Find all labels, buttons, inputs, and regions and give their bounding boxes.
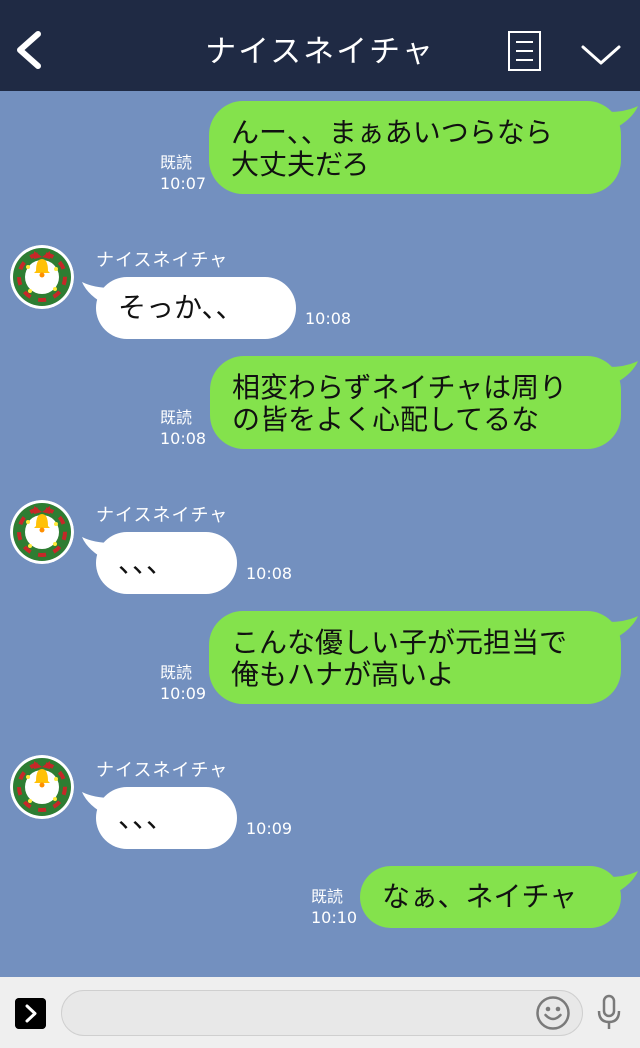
message-line: の皆をよく心配してるな [232, 403, 540, 436]
sender-name: ナイスネイチャ [96, 505, 229, 526]
message-bubble[interactable]: 相変わらずネイチャは周り の皆をよく心配してるな [210, 356, 621, 449]
chat-title: ナイスネイチャ [205, 34, 435, 70]
expand-arrow-icon[interactable] [15, 998, 46, 1029]
message-time: 10:08 [246, 564, 293, 583]
wreath-bell-avatar[interactable] [10, 755, 74, 819]
read-receipt: 既読 [160, 663, 193, 682]
smiley-icon[interactable] [535, 995, 571, 1031]
read-receipt: 既読 [160, 408, 193, 427]
chat-header: ナイスネイチャ [0, 0, 640, 91]
message-input[interactable] [61, 990, 583, 1036]
message-bubble[interactable]: 、、、 [96, 787, 237, 849]
message-line: なぁ、ネイチャ [382, 880, 578, 913]
message-bubble[interactable]: こんな優しい子が元担当で 俺もハナが高いよ [209, 611, 621, 704]
read-receipt: 既読 [160, 153, 193, 172]
wreath-bell-avatar[interactable] [10, 500, 74, 564]
message-time: 10:10 [311, 908, 358, 927]
message-time: 10:08 [305, 309, 352, 328]
microphone-icon[interactable] [595, 994, 623, 1032]
read-receipt: 既読 [311, 887, 344, 906]
message-bubble[interactable]: 、、、 [96, 532, 237, 594]
wreath-bell-avatar[interactable] [10, 245, 74, 309]
message-line: こんな優しい子が元担当で [231, 626, 568, 659]
message-line: 相変わらずネイチャは周り [232, 371, 568, 404]
sender-name: ナイスネイチャ [96, 250, 229, 271]
message-time: 10:07 [160, 174, 207, 193]
chevron-down-icon[interactable] [579, 39, 623, 69]
sender-name: ナイスネイチャ [96, 760, 229, 781]
message-time: 10:08 [160, 429, 207, 448]
message-bubble[interactable]: んー、、まぁあいつらなら 大丈夫だろ [209, 101, 621, 194]
message-line: 大丈夫だろ [231, 148, 370, 181]
message-time: 10:09 [246, 819, 293, 838]
message-bubble[interactable]: なぁ、ネイチャ [360, 866, 621, 928]
message-time: 10:09 [160, 684, 207, 703]
menu-list-icon[interactable] [508, 31, 541, 71]
message-bubble[interactable]: そっか、、 [96, 277, 296, 339]
message-line: 俺もハナが高いよ [231, 658, 455, 691]
message-line: んー、、まぁあいつらなら [231, 116, 553, 149]
